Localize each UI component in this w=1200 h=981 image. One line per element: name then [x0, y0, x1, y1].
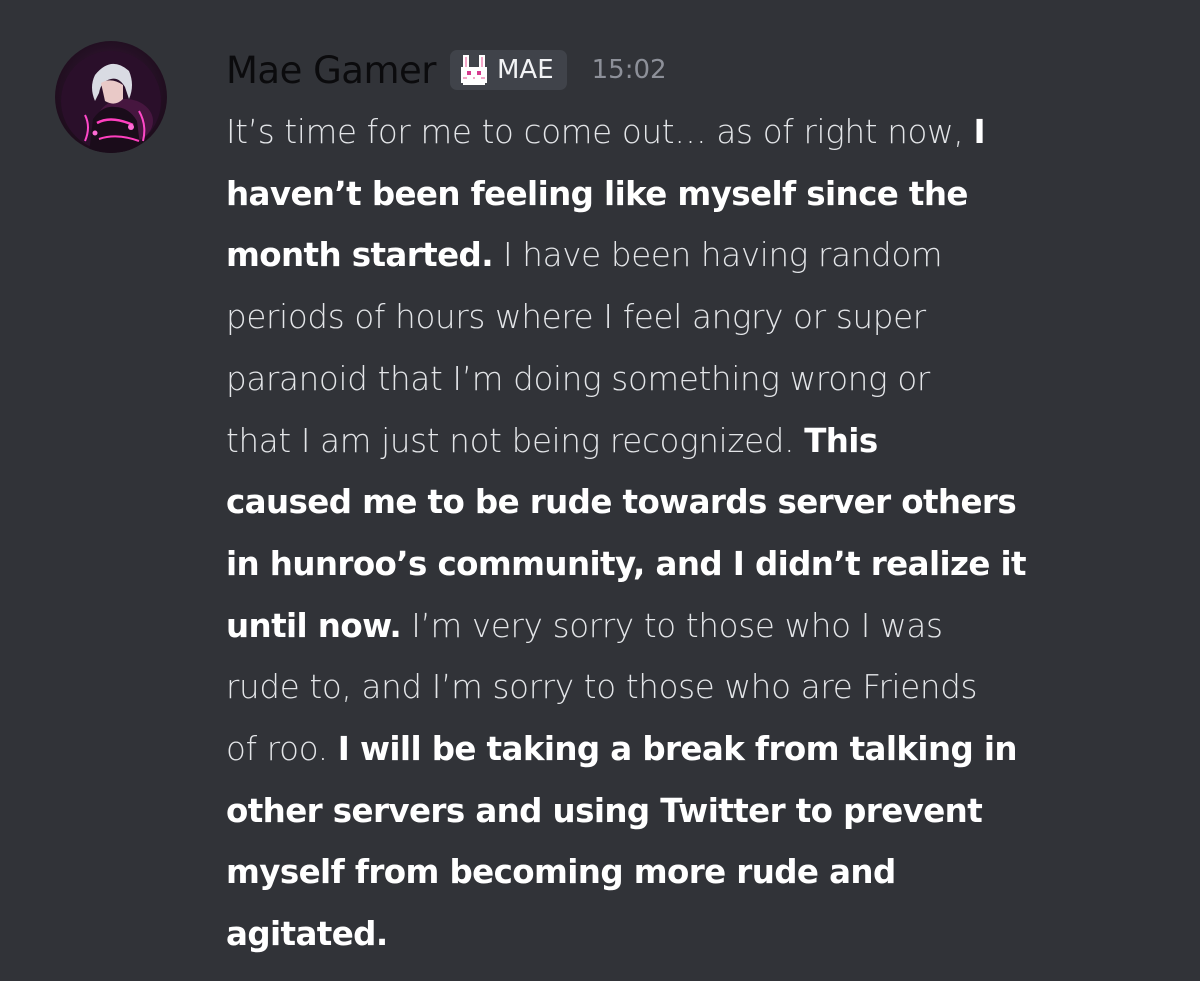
text-segment: I’m very sorry to those who I was	[401, 606, 943, 645]
chat-message: Mae Gamer MAE 15:02 It’s time for me to …	[0, 0, 1200, 981]
message-line: that I am just not being recognized. Thi…	[226, 411, 1146, 473]
text-segment: that I am just not being recognized.	[226, 421, 805, 460]
bunny-icon	[457, 53, 491, 87]
bold-text-segment: agitated.	[226, 915, 388, 954]
author-name[interactable]: Mae Gamer	[226, 52, 436, 89]
bold-text-segment: I will be taking a break from talking in	[337, 730, 1018, 769]
message-content: It’s time for me to come out… as of righ…	[226, 102, 1146, 966]
message-line: month started. I have been having random	[226, 225, 1146, 287]
bold-text-segment: month started.	[226, 236, 494, 275]
text-segment: It’s time for me to come out… as of righ…	[226, 113, 974, 151]
bold-text-segment: caused me to be rude towards server othe…	[226, 483, 1017, 522]
bold-text-segment: I	[973, 113, 985, 151]
text-segment: periods of hours where I feel angry or s…	[226, 298, 926, 337]
bold-text-segment: until now.	[226, 606, 402, 645]
message-line: until now. I’m very sorry to those who I…	[226, 596, 1146, 658]
text-segment: paranoid that I’m doing something wrong …	[226, 359, 930, 398]
bold-text-segment: in hunroo’s community, and I didn’t real…	[226, 544, 1027, 583]
text-segment: rude to, and I’m sorry to those who are …	[226, 668, 978, 707]
bold-text-segment: other servers and using Twitter to preve…	[226, 791, 983, 830]
role-tag-label: MAE	[496, 55, 554, 85]
avatar[interactable]	[55, 41, 167, 153]
role-tag[interactable]: MAE	[449, 50, 567, 90]
text-segment: I have been having random	[492, 236, 943, 275]
message-line: of roo. I will be taking a break from ta…	[226, 719, 1146, 781]
message-line: It’s time for me to come out… as of righ…	[226, 102, 1146, 164]
bold-text-segment: This	[804, 421, 878, 460]
bold-text-segment: haven’t been feeling like myself since t…	[226, 174, 968, 213]
message-timestamp[interactable]: 15:02	[592, 57, 667, 83]
bold-text-segment: myself from becoming more rude and	[226, 853, 896, 892]
avatar-image	[61, 51, 161, 153]
text-segment: of roo.	[226, 730, 338, 769]
message-header: Mae Gamer MAE 15:02	[226, 40, 667, 100]
